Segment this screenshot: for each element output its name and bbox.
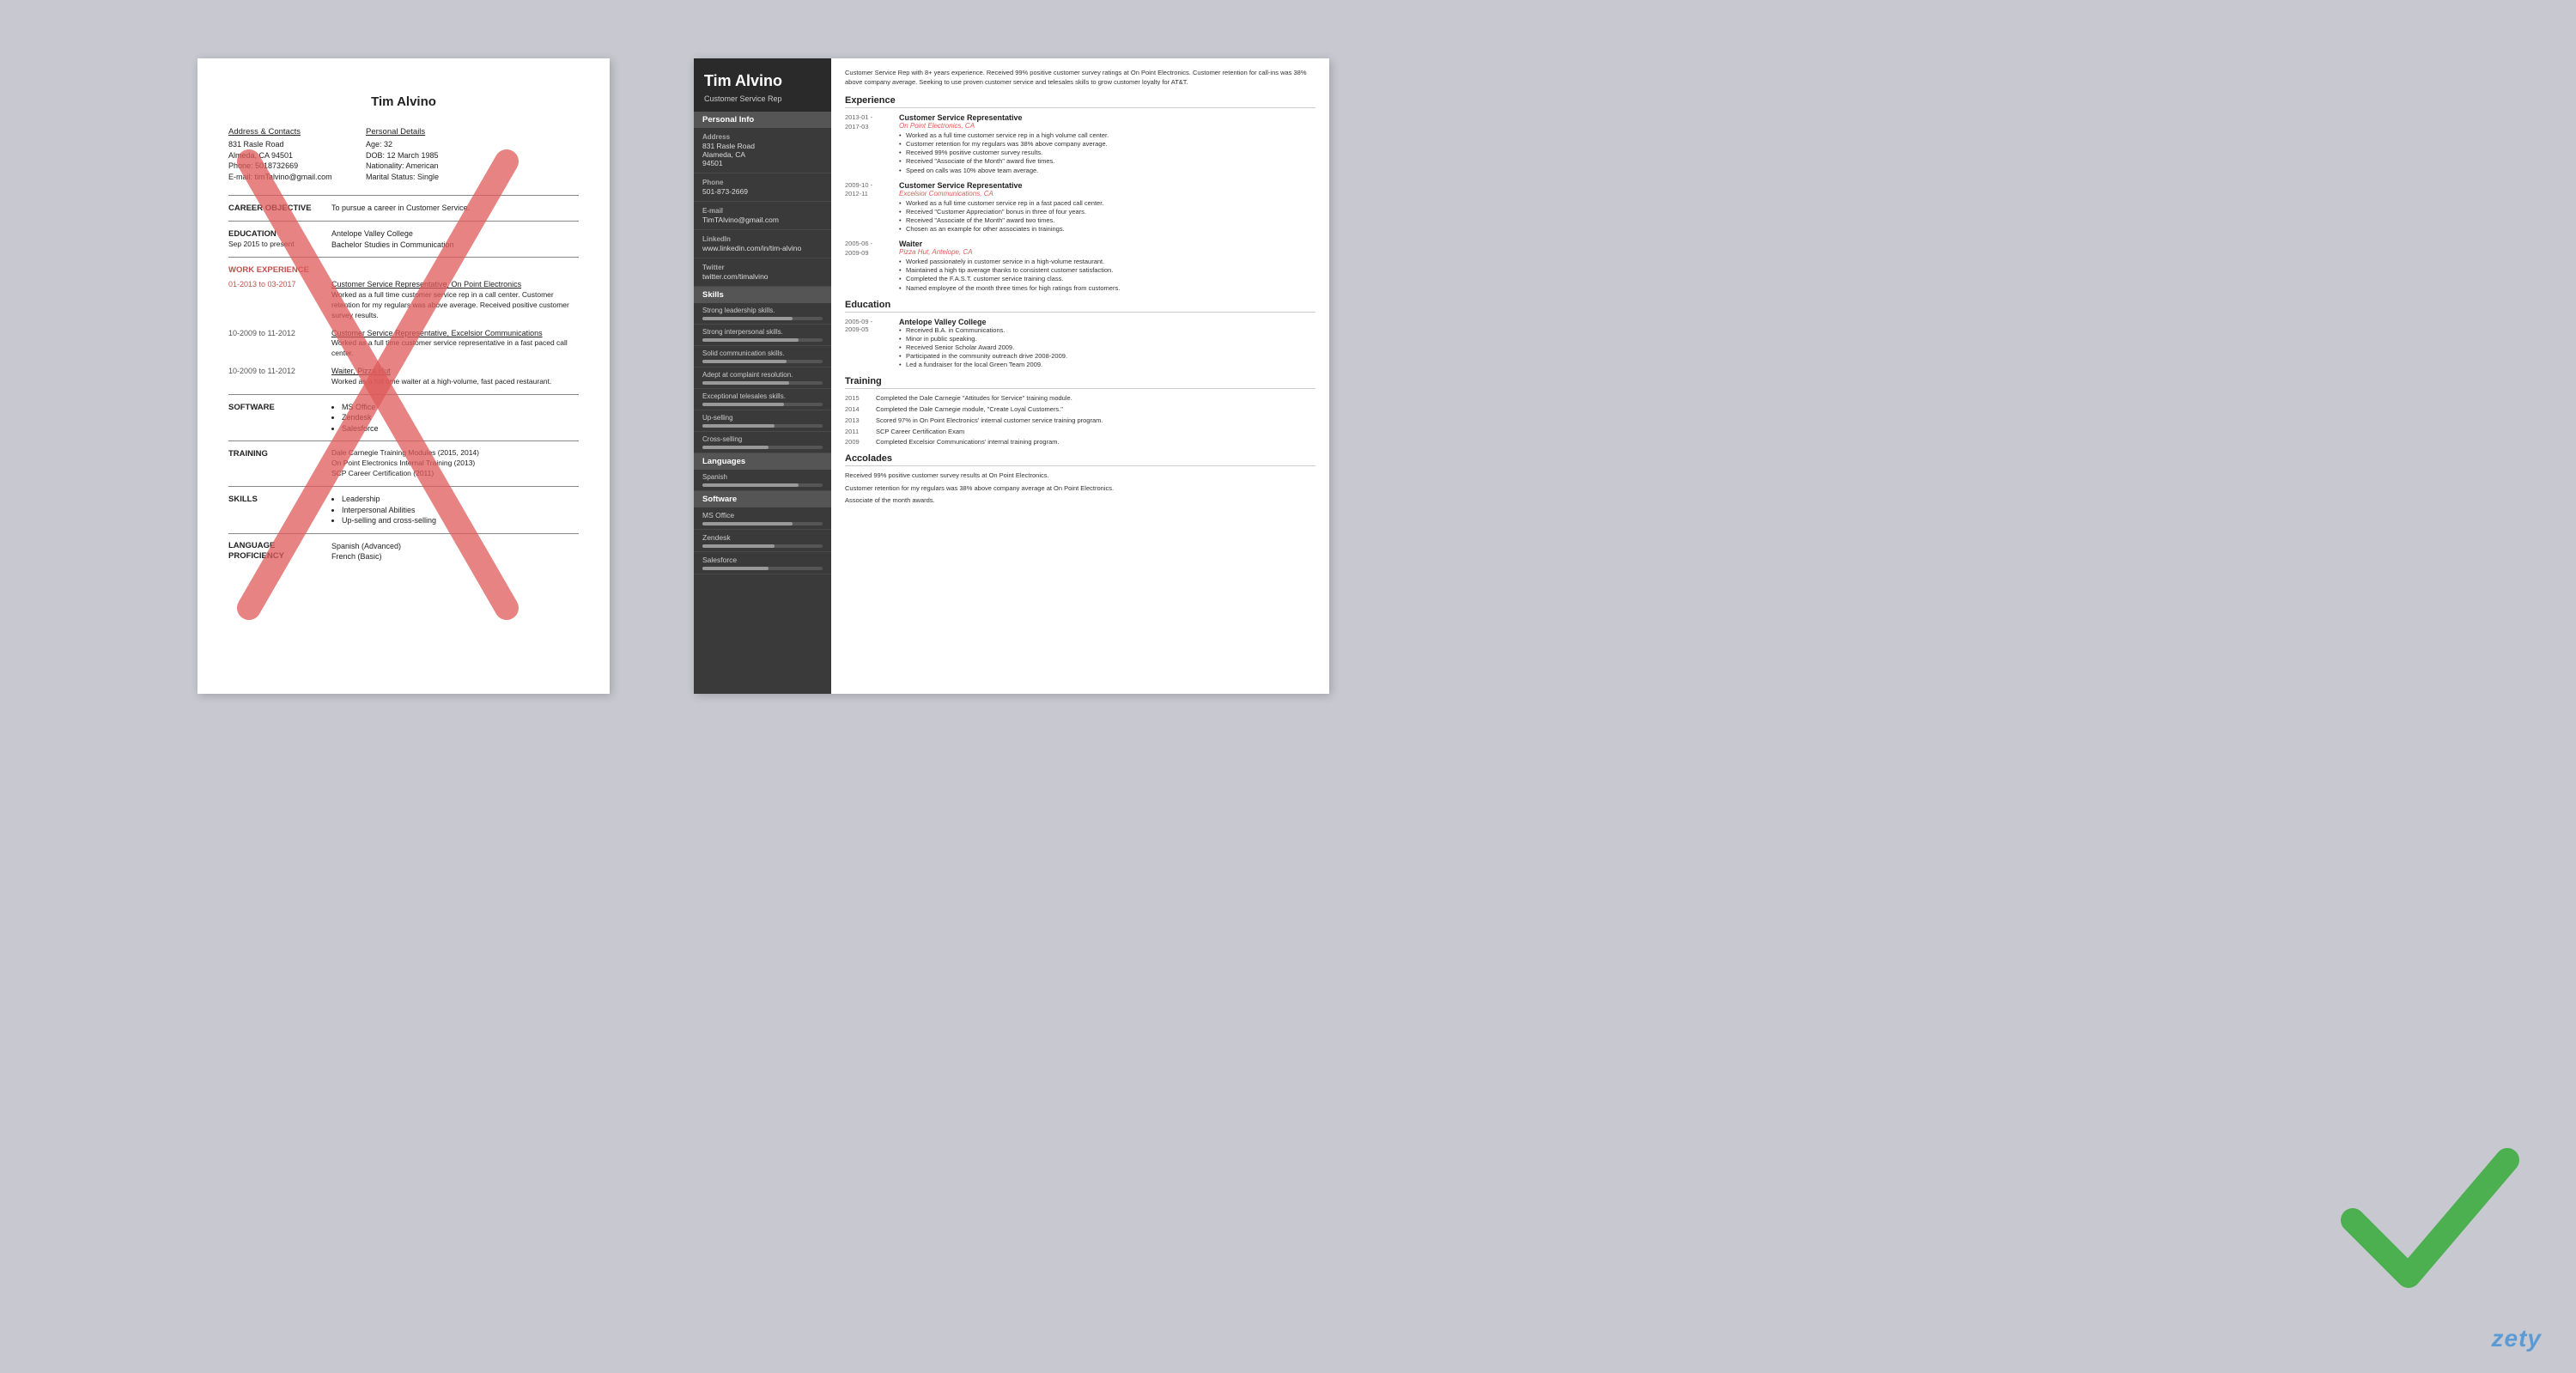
personal-heading: Personal Details bbox=[366, 126, 579, 137]
right-resume-sidebar: Tim Alvino Customer Service Rep Personal… bbox=[694, 58, 831, 694]
skill-communication: Solid communication skills. bbox=[694, 346, 831, 368]
education-college: Antelope Valley College bbox=[331, 228, 454, 240]
career-label: CAREER OBJECTIVE bbox=[228, 203, 323, 214]
sw2: Zendesk bbox=[342, 412, 379, 423]
personal-linkedin: LinkedIn www.linkedin.com/in/tim-alvino bbox=[694, 230, 831, 258]
personal-info-heading: Personal Info bbox=[694, 112, 831, 128]
address-heading: Address & Contacts bbox=[228, 126, 340, 137]
accolade-2: Customer retention for my regulars was 3… bbox=[845, 484, 1315, 494]
education-section: Education 2005-09 -2009-05 Antelope Vall… bbox=[845, 300, 1315, 370]
rr-summary: Customer Service Rep with 8+ years exper… bbox=[845, 69, 1315, 87]
exp3-desc: Worked as a full time waiter at a high-v… bbox=[331, 377, 551, 387]
right-resume-main: Customer Service Rep with 8+ years exper… bbox=[831, 58, 1329, 694]
lang-spanish: Spanish bbox=[694, 470, 831, 491]
personal-twitter: Twitter twitter.com/timalvino bbox=[694, 258, 831, 287]
software-heading: Software bbox=[694, 491, 831, 507]
sw-salesforce: Salesforce bbox=[694, 552, 831, 574]
accolades-section: Accolades Received 99% positive customer… bbox=[845, 453, 1315, 506]
exp-entry-3: 2005-06 -2009-09 Waiter Pizza Hut, Antel… bbox=[845, 240, 1315, 293]
training-heading: Training bbox=[845, 376, 1315, 389]
education-heading: Education bbox=[845, 300, 1315, 313]
dob: DOB: 12 March 1985 bbox=[366, 150, 579, 161]
exp-entry-2: 2009-10 -2012-11 Customer Service Repres… bbox=[845, 181, 1315, 234]
skill3: Up-selling and cross-selling bbox=[342, 515, 436, 526]
training2: On Point Electronics Internal Training (… bbox=[331, 459, 479, 469]
edu-entry-1: 2005-09 -2009-05 Antelope Valley College… bbox=[845, 318, 1315, 370]
exp-entry-1: 2013-01 -2017-03 Customer Service Repres… bbox=[845, 113, 1315, 175]
skill-complaint: Adept at complaint resolution. bbox=[694, 368, 831, 389]
languages-heading: Languages bbox=[694, 453, 831, 470]
nationality: Nationality: American bbox=[366, 161, 579, 172]
exp2-title: Customer Service Representative, Excelsi… bbox=[331, 328, 579, 339]
work-label: WORK EXPERIENCE bbox=[228, 264, 323, 276]
left-resume: Tim Alvino Address & Contacts 831 Rasle … bbox=[197, 58, 610, 694]
rr-title: Customer Service Rep bbox=[704, 94, 821, 103]
accolades-heading: Accolades bbox=[845, 453, 1315, 466]
exp1-date: 01-2013 to 03-2017 bbox=[228, 279, 323, 320]
lang1: Spanish (Advanced) bbox=[331, 541, 401, 552]
personal-address: Address 831 Rasle RoadAlameda, CA94501 bbox=[694, 128, 831, 173]
age: Age: 32 bbox=[366, 139, 579, 150]
sw-msoffice: MS Office bbox=[694, 507, 831, 530]
language-label: LANGUAGEPROFICIENCY bbox=[228, 541, 323, 562]
skill2: Interpersonal Abilities bbox=[342, 505, 436, 516]
left-resume-name: Tim Alvino bbox=[228, 93, 579, 111]
accolade-3: Associate of the month awards. bbox=[845, 496, 1315, 506]
exp2-date: 10-2009 to 11-2012 bbox=[228, 328, 323, 359]
phone-left: Phone: 5018732669 bbox=[228, 161, 340, 172]
education-date: Sep 2015 to present bbox=[228, 240, 323, 250]
skill-telesales: Exceptional telesales skills. bbox=[694, 389, 831, 410]
exp3-date: 10-2009 to 11-2012 bbox=[228, 366, 323, 386]
skills-heading: Skills bbox=[694, 287, 831, 303]
training3: SCP Career Certification (2011) bbox=[331, 469, 479, 479]
education-label: EDUCATION bbox=[228, 228, 323, 240]
training-4: 2011 SCP Career Certification Exam bbox=[845, 428, 1315, 436]
education-degree: Bachelor Studies in Communication bbox=[331, 240, 454, 251]
skill1: Leadership bbox=[342, 494, 436, 505]
skill-crossselling: Cross-selling bbox=[694, 432, 831, 453]
green-check-overlay bbox=[2336, 1126, 2524, 1315]
sw1: MS Office bbox=[342, 402, 379, 413]
personal-email: E-mail TimTAlvino@gmail.com bbox=[694, 202, 831, 230]
exp1-desc: Worked as a full time customer service r… bbox=[331, 290, 579, 321]
skill-interpersonal: Strong interpersonal skills. bbox=[694, 325, 831, 346]
personal-phone: Phone 501-873-2669 bbox=[694, 173, 831, 202]
right-resume: Tim Alvino Customer Service Rep Personal… bbox=[694, 58, 1329, 694]
career-text: To pursue a career in Customer Service. bbox=[331, 203, 470, 214]
exp3-title: Waiter, Pizza Hut bbox=[331, 366, 551, 377]
address-line2: Almeda, CA 94501 bbox=[228, 150, 340, 161]
skill-upselling: Up-selling bbox=[694, 410, 831, 432]
experience-section: Experience 2013-01 -2017-03 Customer Ser… bbox=[845, 95, 1315, 293]
sw3: Salesforce bbox=[342, 423, 379, 434]
sw-zendesk: Zendesk bbox=[694, 530, 831, 552]
marital: Marital Status: Single bbox=[366, 172, 579, 183]
skills-label: SKILLS bbox=[228, 494, 323, 526]
rr-full-name: Tim Alvino bbox=[704, 72, 821, 91]
training-label: TRAINING bbox=[228, 448, 323, 479]
training-2: 2014 Completed the Dale Carnegie module,… bbox=[845, 405, 1315, 414]
accolade-1: Received 99% positive customer survey re… bbox=[845, 471, 1315, 481]
training-section: Training 2015 Completed the Dale Carnegi… bbox=[845, 376, 1315, 447]
skill-leadership: Strong leadership skills. bbox=[694, 303, 831, 325]
exp2-desc: Worked as a full time customer service r… bbox=[331, 338, 579, 359]
training1: Dale Carnegie Training Modules (2015, 20… bbox=[331, 448, 479, 459]
training-3: 2013 Scored 97% in On Point Electronics'… bbox=[845, 416, 1315, 425]
sidebar-name-block: Tim Alvino Customer Service Rep bbox=[694, 58, 831, 112]
software-label: SOFTWARE bbox=[228, 402, 323, 434]
lang2: French (Basic) bbox=[331, 551, 401, 562]
zety-watermark: zety bbox=[2492, 1325, 2542, 1352]
training-5: 2009 Completed Excelsior Communications'… bbox=[845, 438, 1315, 447]
exp1-title: Customer Service Representative, On Poin… bbox=[331, 279, 579, 290]
address-line1: 831 Rasle Road bbox=[228, 139, 340, 150]
email-left: E-mail: timTalvino@gmail.com bbox=[228, 172, 340, 183]
experience-heading: Experience bbox=[845, 95, 1315, 108]
training-1: 2015 Completed the Dale Carnegie "Attitu… bbox=[845, 394, 1315, 403]
